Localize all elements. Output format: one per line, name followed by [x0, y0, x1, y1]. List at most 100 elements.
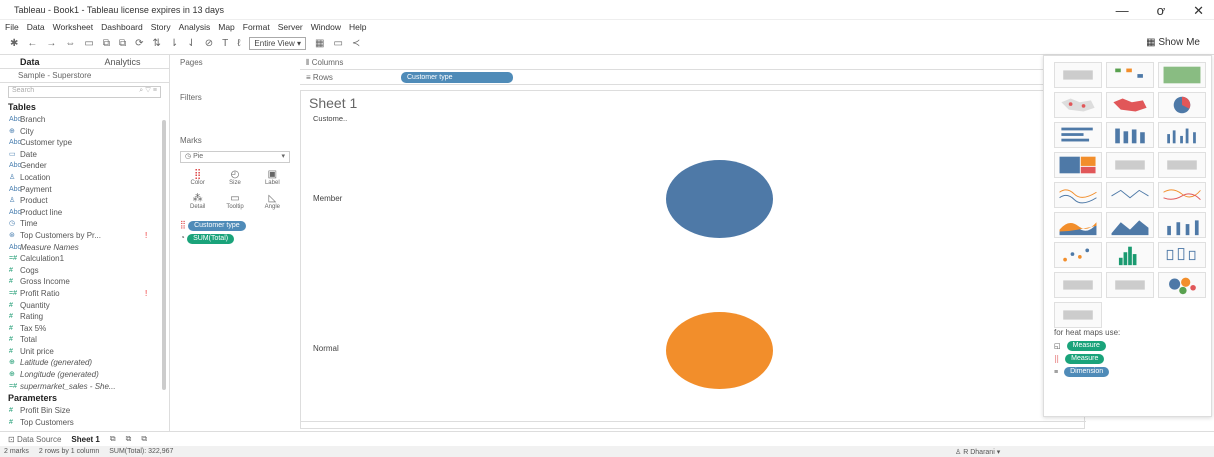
close-button[interactable]: ✕ [1193, 3, 1204, 19]
field-item[interactable]: # Cogs [0, 265, 169, 277]
mark-tooltip-button[interactable]: ▭ Tooltip [217, 193, 252, 215]
dual-combination-chart-button[interactable] [1158, 212, 1206, 238]
field-item[interactable]: ⊕ Longitude (generated) [0, 369, 169, 381]
field-item[interactable]: Abc Product line [0, 207, 169, 219]
treemap-chart-button[interactable] [1054, 152, 1102, 178]
menu-file[interactable]: File [5, 22, 19, 32]
field-item[interactable]: # Quantity [0, 300, 169, 312]
sheet-title[interactable]: Sheet 1 [309, 95, 357, 111]
row-label-member[interactable]: Member [313, 194, 342, 203]
area-discrete-chart-button[interactable] [1106, 212, 1154, 238]
clear-icon[interactable]: ⟳ [135, 38, 143, 49]
customer-type-pill[interactable]: Customer type [188, 221, 246, 231]
card-toggle-icon[interactable]: ▦ [315, 38, 324, 49]
label-icon[interactable]: T [222, 38, 228, 49]
gantt-chart-chart-button[interactable] [1054, 272, 1102, 298]
menu-window[interactable]: Window [311, 22, 341, 32]
pages-card[interactable]: Pages [176, 55, 294, 87]
filters-card[interactable]: Filters [176, 90, 294, 130]
map-lasso-chart-button[interactable] [1054, 302, 1102, 328]
tooltip-icon[interactable]: ▭ [333, 38, 342, 49]
field-item[interactable]: # Gross Income [0, 276, 169, 288]
data-source-icon[interactable]: ⇔ [65, 38, 75, 49]
dual-lines-chart-button[interactable] [1158, 182, 1206, 208]
field-item[interactable]: Abc Customer type [0, 137, 169, 149]
tab-analytics[interactable]: Analytics [85, 55, 170, 68]
tab-data[interactable]: Data [0, 55, 85, 68]
menu-analysis[interactable]: Analysis [179, 22, 211, 32]
field-item[interactable]: # Unit price [0, 346, 169, 358]
datasource-label[interactable]: Sample - Superstore [0, 69, 169, 83]
search-icon[interactable]: ⌕ ▽ ≡ [139, 87, 157, 97]
show-me-button[interactable]: ▦ Show Me [1146, 37, 1200, 48]
area-continuous-chart-button[interactable] [1054, 212, 1102, 238]
field-item[interactable]: ♙ Location [0, 172, 169, 184]
field-item[interactable]: Abc Gender [0, 160, 169, 172]
mark-angle-button[interactable]: ◺ Angle [255, 193, 290, 215]
new-dashboard-icon[interactable]: ⧉ [126, 434, 132, 444]
highlight-table-chart-button[interactable] [1158, 62, 1206, 88]
field-item[interactable]: ▭ Date [0, 149, 169, 161]
pie-chart-chart-button[interactable] [1158, 92, 1206, 118]
search-input[interactable]: Search ⌕ ▽ ≡ [8, 86, 161, 98]
mark-size-button[interactable]: ◴ Size [217, 169, 252, 191]
highlight-icon[interactable]: ℓ [237, 38, 240, 49]
maximize-button[interactable]: ơ [1157, 3, 1166, 19]
field-item[interactable]: ⊕ Latitude (generated) [0, 357, 169, 369]
field-item[interactable]: # Tax 5% [0, 323, 169, 335]
side-by-side-circles-chart-button[interactable] [1158, 152, 1206, 178]
mark-detail-button[interactable]: ⁂ Detail [180, 193, 215, 215]
menu-dashboard[interactable]: Dashboard [101, 22, 143, 32]
circle-views-chart-button[interactable] [1106, 152, 1154, 178]
customer-type-rows-pill[interactable]: Customer type [401, 72, 513, 83]
filled-map-chart-button[interactable] [1106, 92, 1154, 118]
sort-desc-icon[interactable]: ⇃ [187, 38, 195, 49]
save-icon[interactable]: ▭ [84, 38, 93, 49]
horizontal-bars-chart-button[interactable] [1054, 122, 1102, 148]
redo-icon[interactable]: → [46, 38, 56, 49]
stacked-bars-chart-button[interactable] [1106, 122, 1154, 148]
group-icon[interactable]: ⊘ [205, 38, 213, 49]
new-sheet-icon[interactable]: ⧉ [103, 38, 110, 49]
data-source-tab[interactable]: ⊡ Data Source [8, 435, 61, 444]
packed-bubbles-chart-button[interactable] [1158, 272, 1206, 298]
new-story-icon[interactable]: ⧉ [141, 434, 147, 444]
mark-color-button[interactable]: ⣿ Color [180, 169, 215, 191]
menu-server[interactable]: Server [278, 22, 303, 32]
menu-story[interactable]: Story [151, 22, 171, 32]
parameter-item[interactable]: # Top Customers [0, 417, 169, 429]
menu-worksheet[interactable]: Worksheet [53, 22, 93, 32]
lines-continuous-chart-button[interactable] [1054, 182, 1102, 208]
field-item[interactable]: ⊛ Top Customers by Pr...! [0, 230, 169, 242]
undo-icon[interactable]: ← [27, 38, 37, 49]
field-item[interactable]: =# supermarket_sales - She... [0, 381, 169, 393]
share-icon[interactable]: ≺ [352, 38, 360, 49]
row-label-normal[interactable]: Normal [313, 344, 339, 353]
parameter-item[interactable]: # Profit Bin Size [0, 405, 169, 417]
field-item[interactable]: =# Calculation1 [0, 253, 169, 265]
menu-help[interactable]: Help [349, 22, 366, 32]
histogram-chart-button[interactable] [1106, 242, 1154, 268]
scrollbar[interactable] [162, 120, 166, 390]
field-item[interactable]: ◷ Time [0, 218, 169, 230]
user-name[interactable]: ♙ R Dharani ▾ [955, 448, 1000, 456]
sort-asc-icon[interactable]: ⇂ [170, 38, 178, 49]
side-by-side-bars-chart-button[interactable] [1158, 122, 1206, 148]
scatter-plot-chart-button[interactable] [1054, 242, 1102, 268]
mark-label-button[interactable]: ▣ Label [255, 169, 290, 191]
sheet-tab[interactable]: Sheet 1 [71, 435, 99, 444]
field-item[interactable]: ⊕ City [0, 126, 169, 138]
menu-map[interactable]: Map [218, 22, 235, 32]
rows-shelf[interactable]: ≡ Rows Customer type [300, 70, 1045, 85]
field-item[interactable]: Abc Measure Names [0, 242, 169, 254]
heat-map-chart-button[interactable] [1106, 62, 1154, 88]
new-sheet-icon[interactable]: ⧉ [110, 434, 116, 444]
field-item[interactable]: Abc Branch [0, 114, 169, 126]
bullet-graph-chart-button[interactable] [1106, 272, 1154, 298]
swap-icon[interactable]: ⇅ [153, 38, 161, 49]
pie-member[interactable] [666, 160, 773, 238]
menu-data[interactable]: Data [27, 22, 45, 32]
field-item[interactable]: =# Profit Ratio! [0, 288, 169, 300]
pie-normal[interactable] [666, 312, 773, 389]
lines-discrete-chart-button[interactable] [1106, 182, 1154, 208]
